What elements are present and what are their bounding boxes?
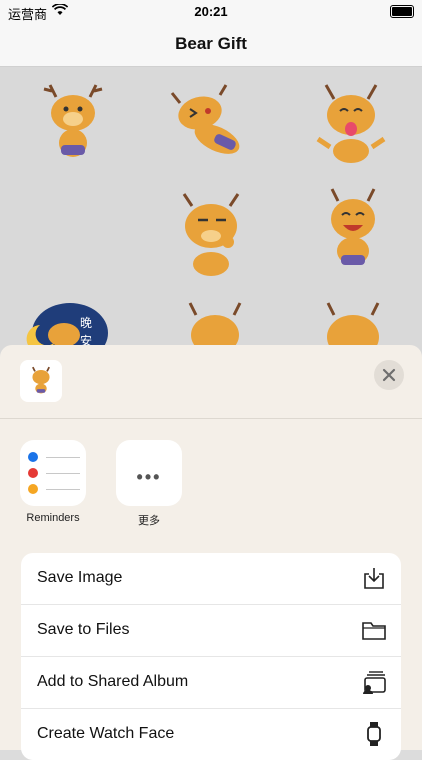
action-save-image[interactable]: Save Image [21, 553, 401, 605]
deer-sticker[interactable] [308, 187, 398, 277]
app-label: Reminders [26, 512, 80, 524]
action-label: Save to Files [37, 621, 130, 638]
status-time: 20:21 [194, 4, 228, 19]
deer-sticker[interactable] [166, 190, 256, 280]
action-save-to-files[interactable]: Save to Files [21, 605, 401, 657]
action-label: Add to Shared Album [37, 673, 189, 690]
action-create-watch-face[interactable]: Create Watch Face [21, 709, 401, 760]
battery-icon [390, 5, 414, 18]
action-add-to-shared-album[interactable]: Add to Shared Album [21, 657, 401, 709]
close-icon [382, 368, 396, 382]
deer-thumbnail-icon [32, 366, 50, 394]
svg-text:晚: 晚 [80, 316, 92, 330]
app-reminders[interactable]: Reminders [20, 440, 86, 524]
preview-thumbnail [20, 360, 62, 402]
app-label: 更多 [138, 515, 160, 527]
sticker-grid: 晚 安 [0, 67, 422, 367]
share-sheet: Reminders ••• 更多 Save Image Save to File… [0, 345, 422, 760]
action-label: Create Watch Face [37, 725, 175, 742]
reminders-icon [20, 440, 86, 506]
more-icon: ••• [116, 440, 182, 506]
deer-sticker[interactable] [306, 81, 396, 171]
status-bar: 运营商 20:21 [0, 0, 422, 24]
shared-album-icon [363, 671, 386, 694]
folder-icon [362, 622, 386, 640]
deer-sticker[interactable] [162, 79, 252, 169]
app-more[interactable]: ••• 更多 [116, 440, 182, 528]
page-title: Bear Gift [175, 34, 247, 53]
deer-sticker[interactable] [28, 79, 118, 169]
share-apps-row: Reminders ••• 更多 [0, 440, 422, 530]
watch-icon [367, 722, 381, 746]
save-image-icon [364, 568, 384, 589]
navigation-bar: Bear Gift [0, 24, 422, 67]
share-sheet-header [0, 345, 422, 419]
close-button[interactable] [374, 360, 404, 390]
action-label: Save Image [37, 569, 123, 586]
share-actions-list: Save Image Save to Files Add to Shared A… [21, 553, 401, 760]
